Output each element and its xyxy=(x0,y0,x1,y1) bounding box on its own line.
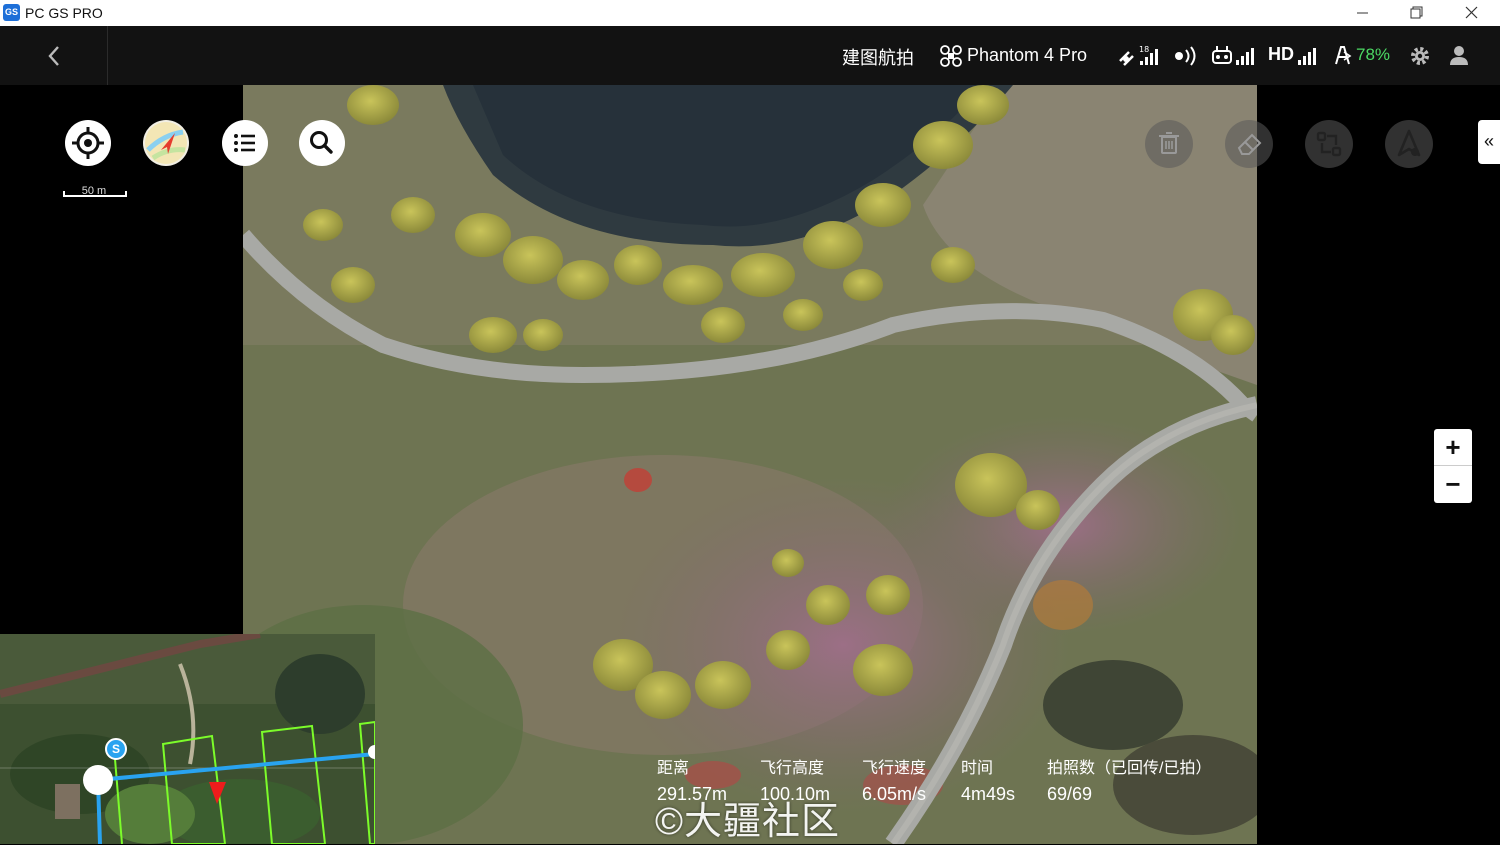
search-icon xyxy=(310,131,333,154)
trash-icon xyxy=(1159,132,1179,154)
aerial-footage xyxy=(243,85,1257,844)
speed-label: 飞行速度 xyxy=(862,760,927,777)
reverse-route-button[interactable] xyxy=(1305,120,1353,168)
watermark: ©大疆社区 xyxy=(655,801,840,843)
camera-live-view[interactable] xyxy=(243,85,1257,844)
photo-count-label: 拍照数（已回传/已拍） xyxy=(1047,760,1212,777)
battery-icon xyxy=(1335,46,1352,65)
restore-icon xyxy=(1410,6,1423,19)
gear-icon[interactable] xyxy=(1408,43,1432,69)
close-button[interactable] xyxy=(1444,0,1498,26)
mission-list-button[interactable] xyxy=(222,120,268,166)
minimap-satellite xyxy=(0,634,375,844)
clear-button[interactable] xyxy=(1225,120,1273,168)
eraser-icon xyxy=(1237,133,1262,155)
zoom-control: + − xyxy=(1434,429,1472,503)
photo-count-value: 69/69 xyxy=(1047,784,1093,804)
search-button[interactable] xyxy=(299,120,345,166)
restore-button[interactable] xyxy=(1389,0,1443,26)
distance-label: 距离 xyxy=(657,760,690,777)
minimize-icon xyxy=(1357,12,1368,14)
map-type-button[interactable] xyxy=(143,120,189,166)
heading-button[interactable] xyxy=(1385,120,1433,168)
map-scale-bar: 50 m xyxy=(63,185,127,197)
crosshair-icon xyxy=(72,127,104,159)
mission-mode-label[interactable]: 建图航拍 xyxy=(842,44,914,70)
status-bar: 建图航拍 Phantom 4 Pro 18 HD 78% xyxy=(0,26,1500,85)
gps-signal-icon: 18 xyxy=(1119,45,1158,66)
hd-link-label: HD xyxy=(1268,44,1294,64)
user-icon[interactable] xyxy=(1447,43,1471,69)
zoom-out-button[interactable]: − xyxy=(1434,466,1472,503)
map-navigation-icon xyxy=(145,122,187,164)
chevron-left-icon xyxy=(48,46,59,66)
delete-button[interactable] xyxy=(1145,120,1193,168)
drone-model-label: Phantom 4 Pro xyxy=(967,45,1088,65)
minimize-button[interactable] xyxy=(1335,0,1389,26)
time-label: 时间 xyxy=(961,760,994,777)
window-title: PC GS PRO xyxy=(25,5,103,21)
window-titlebar: GS PC GS PRO xyxy=(0,0,1500,26)
remote-controller-signal-icon xyxy=(1212,46,1254,65)
back-button[interactable] xyxy=(0,26,108,85)
hd-signal-icon xyxy=(1298,48,1316,65)
time-value: 4m49s xyxy=(961,784,1016,804)
zoom-in-button[interactable]: + xyxy=(1434,429,1472,465)
close-icon xyxy=(1465,6,1478,19)
drone-icon xyxy=(940,45,962,67)
route-swap-icon xyxy=(1316,131,1342,157)
altitude-label: 飞行高度 xyxy=(760,760,825,777)
start-point-marker: S xyxy=(105,738,127,760)
svg-text:18: 18 xyxy=(1139,45,1149,54)
scale-line xyxy=(63,191,127,197)
speed-value: 6.05m/s xyxy=(862,784,927,804)
compass-arrow-icon xyxy=(1397,129,1421,157)
list-icon xyxy=(234,134,255,152)
vision-system-icon xyxy=(1175,46,1196,66)
collapse-panel-button[interactable]: « xyxy=(1478,120,1500,164)
locate-button[interactable] xyxy=(65,120,111,166)
battery-percentage: 78% xyxy=(1356,45,1391,64)
app-logo-icon: GS xyxy=(3,4,20,21)
minimap[interactable]: S xyxy=(0,634,375,844)
